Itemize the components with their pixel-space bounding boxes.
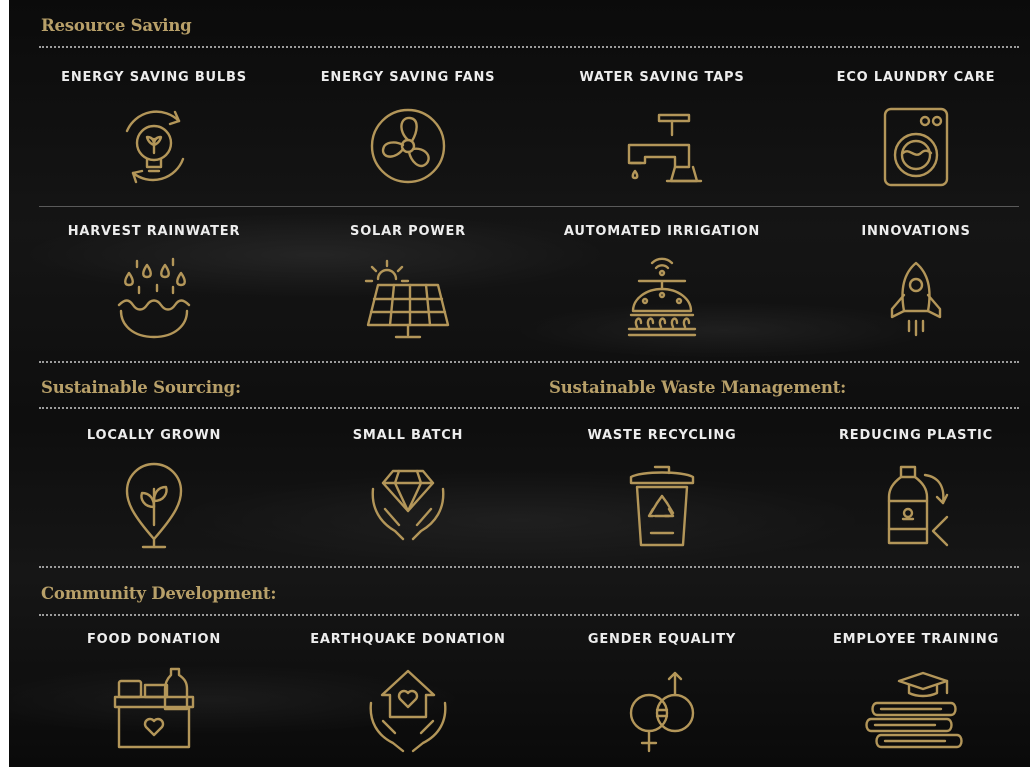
dotted-divider — [39, 566, 1019, 568]
dotted-divider — [39, 407, 1019, 409]
item-solar-power: SOLAR POWER — [281, 224, 535, 345]
plastic-bottle-icon — [887, 465, 949, 547]
house-hands-icon — [369, 669, 447, 753]
item-label: REDUCING PLASTIC — [839, 428, 993, 443]
rainwater-icon — [117, 257, 191, 339]
item-locally-grown: LOCALLY GROWN — [27, 428, 281, 555]
item-label: ENERGY SAVING FANS — [320, 70, 496, 85]
item-label: SMALL BATCH — [352, 428, 464, 443]
item-label: INNOVATIONS — [861, 224, 971, 239]
section-heading-community-development: Community Development: — [41, 584, 277, 603]
item-label: EMPLOYEE TRAINING — [832, 632, 1000, 647]
item-water-saving-taps: WATER SAVING TAPS — [535, 70, 789, 191]
dotted-divider — [39, 46, 1019, 48]
recycle-bin-icon — [629, 465, 695, 547]
faucet-icon — [627, 113, 703, 183]
section-heading-waste-management: Sustainable Waste Management: — [549, 378, 847, 397]
recycle-bulb-icon — [125, 110, 185, 184]
item-label: EARTHQUAKE DONATION — [310, 632, 506, 647]
food-box-icon — [113, 667, 195, 749]
rocket-icon — [890, 261, 942, 337]
item-reducing-plastic: REDUCING PLASTIC — [789, 428, 1030, 555]
section-heading-resource-saving: Resource Saving — [41, 16, 192, 35]
sprout-pin-icon — [125, 462, 183, 549]
dotted-divider — [39, 361, 1019, 363]
item-label: HARVEST RAINWATER — [67, 224, 241, 239]
books-graduation-icon — [865, 671, 963, 749]
item-label: WATER SAVING TAPS — [579, 70, 745, 85]
item-label: GENDER EQUALITY — [587, 632, 737, 647]
item-eco-laundry-care: ECO LAUNDRY CARE — [789, 70, 1030, 191]
item-gender-equality: GENDER EQUALITY — [535, 632, 789, 759]
item-automated-irrigation: AUTOMATED IRRIGATION — [535, 224, 789, 345]
row-divider — [39, 206, 1019, 207]
item-food-donation: FOOD DONATION — [27, 632, 281, 759]
diamond-hands-icon — [371, 469, 445, 541]
item-label: FOOD DONATION — [86, 632, 222, 647]
dotted-divider — [39, 614, 1019, 616]
irrigation-icon — [627, 257, 697, 337]
item-innovations: INNOVATIONS — [789, 224, 1030, 345]
gender-equality-icon — [629, 671, 695, 753]
item-small-batch: SMALL BATCH — [281, 428, 535, 555]
item-harvest-rainwater: HARVEST RAINWATER — [27, 224, 281, 345]
item-label: AUTOMATED IRRIGATION — [563, 224, 761, 239]
washing-machine-icon — [883, 107, 949, 187]
fan-icon — [370, 108, 446, 184]
item-earthquake-donation: EARTHQUAKE DONATION — [281, 632, 535, 759]
item-label: WASTE RECYCLING — [587, 428, 737, 443]
item-waste-recycling: WASTE RECYCLING — [535, 428, 789, 555]
item-label: SOLAR POWER — [350, 224, 466, 239]
item-energy-saving-bulbs: ENERGY SAVING BULBS — [27, 70, 281, 191]
solar-panel-icon — [364, 259, 450, 339]
item-energy-saving-fans: ENERGY SAVING FANS — [281, 70, 535, 191]
item-label: ENERGY SAVING BULBS — [61, 70, 247, 85]
section-heading-sustainable-sourcing: Sustainable Sourcing: — [41, 378, 241, 397]
item-label: ECO LAUNDRY CARE — [836, 70, 996, 85]
item-label: LOCALLY GROWN — [86, 428, 222, 443]
item-employee-training: EMPLOYEE TRAINING — [789, 632, 1030, 759]
sustainability-panel: Resource Saving ENERGY SAVING BULBS ENER… — [9, 0, 1030, 767]
